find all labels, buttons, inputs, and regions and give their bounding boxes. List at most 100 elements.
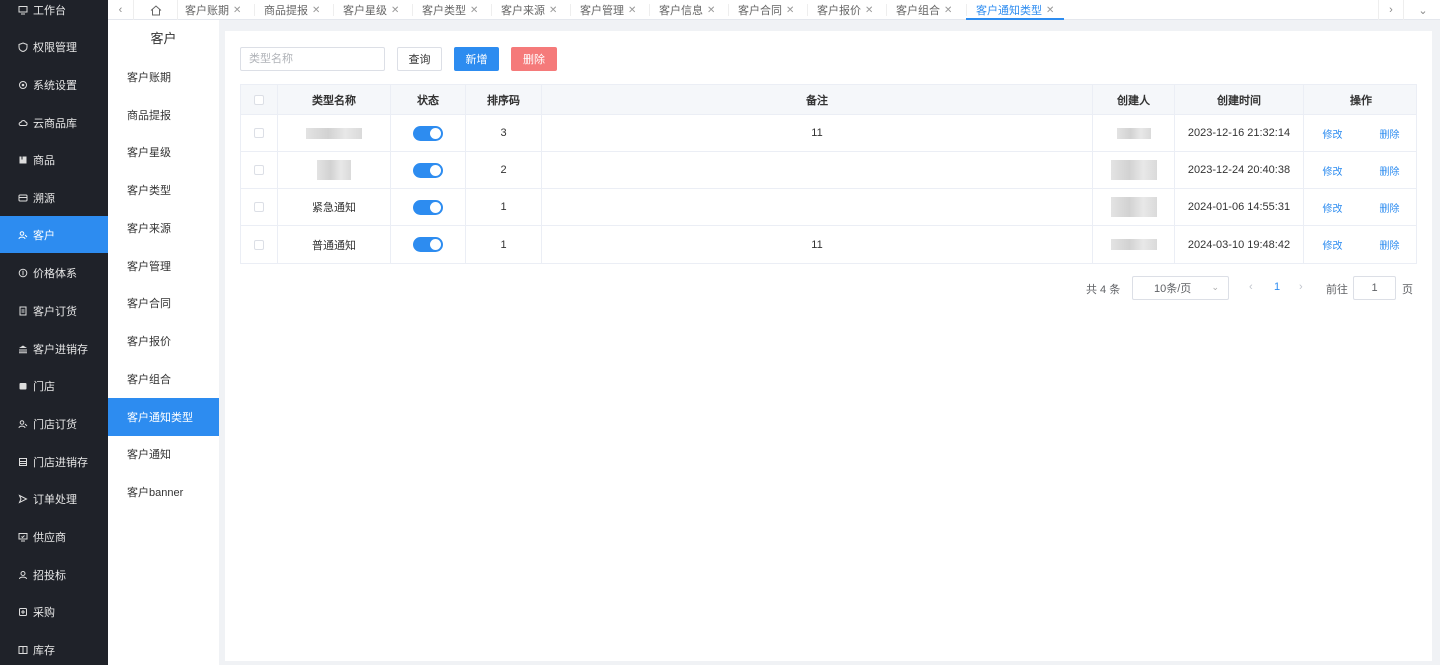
close-icon[interactable]: ✕	[1046, 5, 1054, 16]
send-icon	[18, 493, 28, 504]
tab-6[interactable]: 客户信息 ✕	[659, 0, 715, 20]
close-icon[interactable]: ✕	[944, 5, 952, 16]
edit-link[interactable]: 修改	[1323, 126, 1343, 141]
sub-sidebar-item-5[interactable]: 客户管理	[108, 247, 219, 285]
status-toggle[interactable]	[413, 125, 443, 141]
tab-8[interactable]: 客户报价 ✕	[817, 0, 873, 20]
sub-sidebar-item-4[interactable]: 客户来源	[108, 209, 219, 247]
tab-scroll-right-icon[interactable]: ›	[1378, 0, 1404, 20]
tab-9[interactable]: 客户组合 ✕	[896, 0, 952, 20]
delete-link[interactable]: 删除	[1380, 200, 1400, 215]
sidebar-item-11[interactable]: 门店订货	[0, 405, 108, 442]
sidebar-item-8[interactable]: 客户订货	[0, 292, 108, 329]
status-toggle[interactable]	[413, 199, 443, 215]
delete-link[interactable]: 删除	[1380, 237, 1400, 252]
sub-sidebar-item-1[interactable]: 商品提报	[108, 96, 219, 134]
sidebar-item-0[interactable]: 工作台	[0, 0, 108, 28]
created-time: 2024-03-10 19:48:42	[1187, 238, 1291, 251]
sidebar-item-3[interactable]: 云商品库	[0, 104, 108, 141]
close-icon[interactable]: ✕	[549, 5, 557, 16]
sub-sidebar-item-10[interactable]: 客户通知	[108, 435, 219, 473]
tab-menu-chevron-down-icon[interactable]: ⌄	[1410, 0, 1436, 20]
edit-link[interactable]: 修改	[1323, 200, 1343, 215]
row-checkbox[interactable]	[254, 202, 264, 212]
row-checkbox[interactable]	[254, 239, 264, 250]
close-icon[interactable]: ✕	[786, 5, 794, 16]
sub-sidebar-item-6[interactable]: 客户合同	[108, 284, 219, 322]
edit-link[interactable]: 修改	[1323, 163, 1343, 178]
sidebar-item-14[interactable]: 供应商	[0, 518, 108, 555]
close-icon[interactable]: ✕	[865, 5, 873, 16]
table-cell	[241, 152, 278, 188]
sidebar-item-17[interactable]: 库存	[0, 631, 108, 665]
sidebar-item-4[interactable]: 商品	[0, 141, 108, 178]
sidebar-item-13[interactable]: 订单处理	[0, 480, 108, 517]
tab-0[interactable]: 客户账期 ✕	[185, 0, 241, 20]
sidebar-item-label: 订单处理	[33, 493, 77, 506]
tab-7[interactable]: 客户合同 ✕	[738, 0, 794, 20]
next-page-icon[interactable]: ›	[1299, 281, 1303, 293]
home-tab[interactable]	[134, 0, 178, 20]
table-cell	[1093, 115, 1175, 151]
close-icon[interactable]: ✕	[233, 5, 241, 16]
table-row: 紧急通知 1 2024-01-06 14:55:31 修改 删除	[241, 189, 1416, 226]
sub-sidebar-item-3[interactable]: 客户类型	[108, 171, 219, 209]
delete-button[interactable]: 删除	[511, 47, 557, 71]
query-button[interactable]: 查询	[397, 47, 442, 71]
close-icon[interactable]: ✕	[628, 5, 636, 16]
row-checkbox[interactable]	[254, 165, 264, 175]
sidebar-item-7[interactable]: 价格体系	[0, 254, 108, 291]
sidebar-item-15[interactable]: 招投标	[0, 556, 108, 593]
goto-page-input[interactable]	[1353, 276, 1396, 300]
sort-code: 3	[500, 127, 507, 139]
delete-link[interactable]: 删除	[1380, 163, 1400, 178]
tab-10[interactable]: 客户通知类型 ✕	[965, 0, 1065, 20]
tab-divider	[649, 4, 650, 16]
toggle-knob	[430, 201, 441, 213]
sidebar-item-6[interactable]: 客户	[0, 216, 108, 253]
table-cell	[391, 152, 466, 188]
tab-3[interactable]: 客户类型 ✕	[422, 0, 478, 20]
inventory-icon	[18, 645, 28, 655]
prev-page-icon[interactable]: ‹	[1249, 281, 1253, 293]
sidebar-item-9[interactable]: 客户进销存	[0, 330, 108, 367]
tab-scroll-left-icon[interactable]: ‹	[108, 0, 134, 20]
close-icon[interactable]: ✕	[707, 5, 715, 16]
close-icon[interactable]: ✕	[312, 5, 320, 16]
select-all-checkbox[interactable]	[254, 94, 264, 105]
close-icon[interactable]: ✕	[391, 5, 399, 16]
sidebar-item-10[interactable]: 门店	[0, 367, 108, 404]
tab-4[interactable]: 客户来源 ✕	[501, 0, 557, 20]
sub-sidebar-item-2[interactable]: 客户星级	[108, 133, 219, 171]
delete-link[interactable]: 删除	[1380, 126, 1400, 141]
table-cell	[241, 115, 278, 151]
edit-link[interactable]: 修改	[1323, 237, 1343, 252]
sub-sidebar-item-11[interactable]: 客户banner	[108, 473, 219, 511]
add-button[interactable]: 新增	[454, 47, 499, 71]
sub-sidebar-item-8[interactable]: 客户组合	[108, 360, 219, 398]
page-size-select[interactable]: 10条/页 ⌄	[1132, 276, 1229, 300]
status-toggle[interactable]	[413, 162, 443, 178]
sidebar-item-12[interactable]: 门店进销存	[0, 443, 108, 480]
sub-sidebar-item-0[interactable]: 客户账期	[108, 58, 219, 96]
close-icon[interactable]: ✕	[470, 5, 478, 16]
sidebar-item-16[interactable]: 采购	[0, 593, 108, 630]
page-number-current[interactable]: 1	[1274, 281, 1280, 293]
row-checkbox[interactable]	[254, 128, 264, 138]
table-cell: 3	[466, 115, 542, 151]
sub-sidebar-item-9[interactable]: 客户通知类型	[108, 398, 219, 436]
sidebar-item-2[interactable]: 系统设置	[0, 66, 108, 103]
trace-icon	[18, 193, 28, 203]
sidebar-item-5[interactable]: 溯源	[0, 179, 108, 216]
tab-2[interactable]: 客户星级 ✕	[343, 0, 399, 20]
notice-type-table: 类型名称 状态 排序码 备注 创建人 创建时间 操作 3 11 2023-12-16 21:32:…	[240, 84, 1417, 264]
tab-5[interactable]: 客户管理 ✕	[580, 0, 636, 20]
tab-1[interactable]: 商品提报 ✕	[264, 0, 320, 20]
table-header-cell: 创建时间	[1175, 85, 1304, 114]
status-toggle[interactable]	[413, 237, 443, 252]
sub-sidebar-item-7[interactable]: 客户报价	[108, 322, 219, 360]
table-header-cell[interactable]	[241, 85, 278, 114]
sidebar-item-1[interactable]: 权限管理	[0, 28, 108, 65]
type-name-search-input[interactable]	[240, 47, 385, 71]
tab-label: 客户报价	[817, 5, 861, 17]
